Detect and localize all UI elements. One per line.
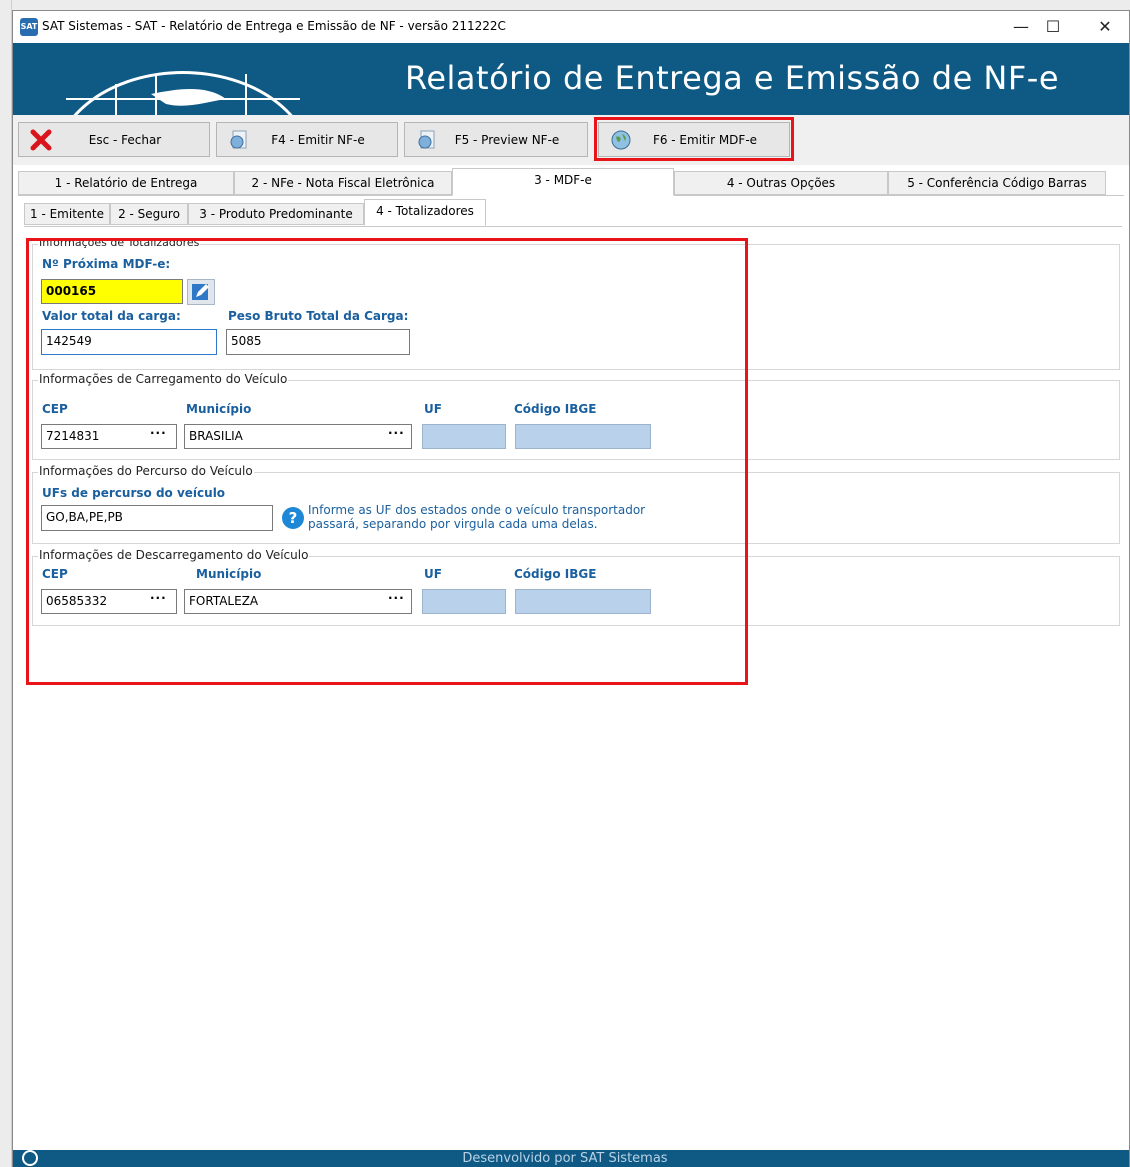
tab-mdfe[interactable]: 3 - MDF-e bbox=[452, 168, 674, 196]
tab-relatorio-entrega[interactable]: 1 - Relatório de Entrega bbox=[18, 171, 234, 195]
desktop-strip-top bbox=[0, 0, 1130, 10]
subtab-totalizadores[interactable]: 4 - Totalizadores bbox=[364, 199, 486, 226]
document-globe-icon bbox=[227, 128, 251, 152]
globe-logo-icon bbox=[53, 71, 313, 115]
tab-outras-opcoes[interactable]: 4 - Outras Opções bbox=[674, 171, 888, 195]
window-title: SAT Sistemas - SAT - Relatório de Entreg… bbox=[42, 19, 506, 33]
close-button-label: Esc - Fechar bbox=[88, 132, 162, 147]
emit-nfe-label: F4 - Emitir NF-e bbox=[271, 132, 365, 147]
highlight-box-emit-mdfe bbox=[594, 117, 794, 161]
header-banner: Relatório de Entrega e Emissão de NF-e bbox=[13, 43, 1129, 115]
tab-conferencia-codigo-barras[interactable]: 5 - Conferência Código Barras bbox=[888, 171, 1106, 195]
subtab-emitente[interactable]: 1 - Emitente bbox=[24, 203, 110, 225]
subtab-produto-predominante[interactable]: 3 - Produto Predominante bbox=[188, 203, 364, 225]
banner-title: Relatório de Entrega e Emissão de NF-e bbox=[405, 59, 1059, 97]
preview-nfe-label: F5 - Preview NF-e bbox=[454, 132, 560, 147]
desktop-strip-left bbox=[0, 0, 12, 1167]
preview-nfe-button[interactable]: F5 - Preview NF-e bbox=[404, 122, 588, 157]
emit-nfe-button[interactable]: F4 - Emitir NF-e bbox=[216, 122, 398, 157]
highlight-box-totalizadores bbox=[26, 238, 748, 685]
app-icon: SAT bbox=[20, 18, 38, 36]
tab-nfe[interactable]: 2 - NFe - Nota Fiscal Eletrônica bbox=[234, 171, 452, 195]
footer-text: Desenvolvido por SAT Sistemas bbox=[462, 1151, 668, 1166]
maximize-button[interactable]: ☐ bbox=[1030, 14, 1076, 40]
close-button[interactable]: Esc - Fechar bbox=[18, 122, 210, 157]
red-x-icon bbox=[29, 128, 53, 152]
document-globe-icon bbox=[415, 128, 439, 152]
close-window-button[interactable]: ✕ bbox=[1082, 14, 1128, 40]
subtab-seguro[interactable]: 2 - Seguro bbox=[110, 203, 188, 225]
